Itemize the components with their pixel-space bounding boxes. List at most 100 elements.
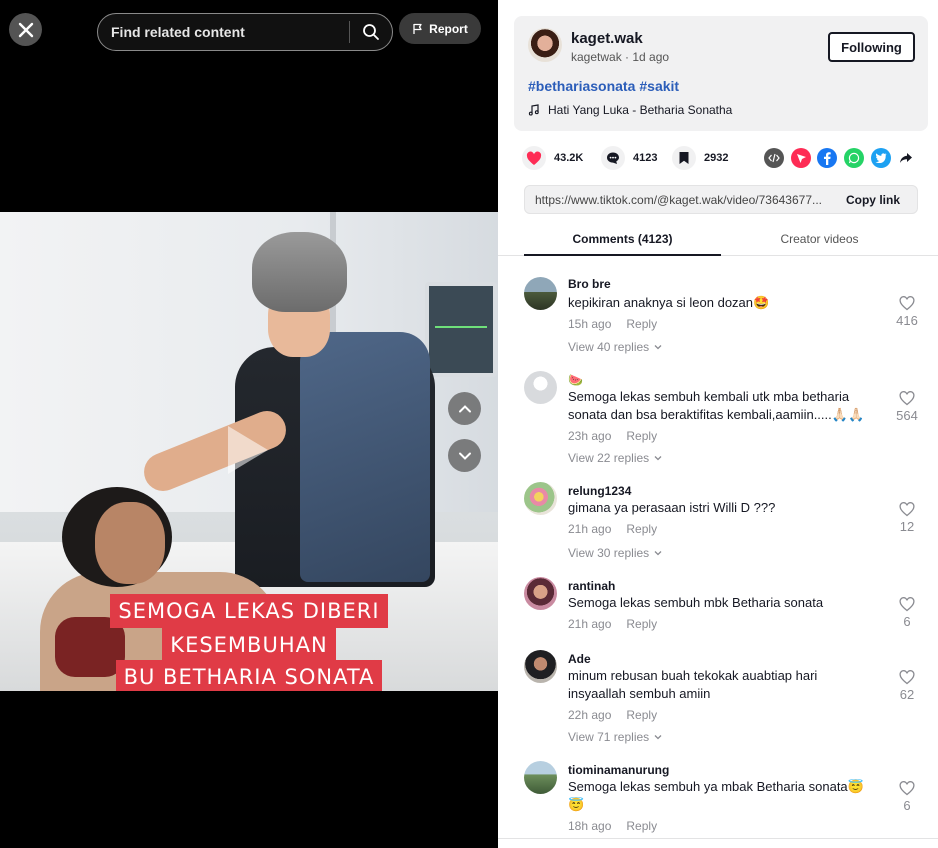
heart-outline-icon[interactable] [899,502,915,517]
post-time: 1d ago [632,50,670,64]
comment-time: 15h ago [568,317,612,331]
video-caption-line-1: SEMOGA LEKAS DIBERI [0,594,498,628]
commenter-name[interactable]: rantinah [568,579,615,593]
video-url[interactable]: https://www.tiktok.com/@kaget.wak/video/… [525,193,829,207]
heart-outline-icon[interactable] [899,670,915,685]
report-label: Report [429,21,468,36]
view-replies-button[interactable]: View 71 replies [568,730,663,744]
view-replies-button[interactable]: View 22 replies [568,451,663,465]
bookmark-button[interactable] [672,146,696,170]
comment-button[interactable] [601,146,625,170]
heart-outline-icon[interactable] [899,391,915,406]
reply-button[interactable]: Reply [626,429,657,443]
video-caption-line-2: KESEMBUHAN [0,628,498,662]
view-replies-button[interactable]: View 40 replies [568,340,663,354]
reply-button[interactable]: Reply [626,522,657,536]
view-replies-label: View 22 replies [568,451,650,465]
commenter-avatar[interactable] [524,577,557,610]
play-icon[interactable] [228,426,268,474]
hashtag-link[interactable]: #bethariasonata [528,78,635,94]
author-name[interactable]: kaget.wak [571,30,643,47]
whatsapp-share-button[interactable] [844,148,864,168]
commenter-avatar[interactable] [524,371,557,404]
reply-button[interactable]: Reply [626,617,657,631]
comment-action: 4123 [601,145,657,171]
heart-outline-icon[interactable] [899,597,915,612]
comment-like-count: 12 [899,519,915,534]
twitter-share-button[interactable] [871,148,891,168]
comment-text: Semoga lekas sembuh mbk Betharia sonata [568,595,824,610]
comment-input-divider [498,838,938,839]
search-input[interactable] [98,14,349,50]
tab-comments[interactable]: Comments (4123) [524,228,721,256]
comment-like: 6 [892,781,922,813]
video-player[interactable]: SEMOGA LEKAS DIBERI KESEMBUHAN BU BETHAR… [0,212,498,691]
commenter-name[interactable]: 🍉 [568,373,583,387]
tab-creator-videos[interactable]: Creator videos [721,228,918,256]
action-bar: 43.2K 4123 2932 [522,145,922,171]
commenter-name[interactable]: relung1234 [568,484,631,498]
view-replies-label: View 30 replies [568,546,650,560]
comment-like-count: 6 [903,798,911,813]
chevron-down-icon [654,551,662,556]
reply-button[interactable]: Reply [626,317,657,331]
following-button[interactable]: Following [828,32,915,62]
heart-outline-icon[interactable] [899,296,915,311]
heart-outline-icon[interactable] [899,781,915,796]
comment-like-count: 564 [896,408,918,423]
commenter-avatar[interactable] [524,650,557,683]
video-man-hair [252,232,347,312]
comment-count: 4123 [633,152,658,164]
details-pane: kaget.wak kagetwak · 1d ago Following #b… [498,0,938,848]
search-box [97,13,393,51]
search-icon [363,24,379,40]
comment-meta: 15h ago Reply [568,317,657,331]
hashtags: #bethariasonata #sakit [528,78,683,94]
commenter-avatar[interactable] [524,482,557,515]
comment-time: 23h ago [568,429,612,443]
comment-time: 18h ago [568,819,612,833]
tab-bar: Comments (4123) Creator videos [498,228,938,256]
send-button[interactable] [791,148,811,168]
comment-like-count: 62 [899,687,915,702]
whatsapp-icon [848,152,860,164]
report-button[interactable]: Report [399,13,481,44]
author-subline: kagetwak · 1d ago [571,50,669,64]
like-action: 43.2K [522,145,583,171]
bookmark-icon [679,152,689,164]
comment-time: 22h ago [568,708,612,722]
view-replies-button[interactable]: View 30 replies [568,546,663,560]
hashtag-link[interactable]: #sakit [639,78,679,94]
commenter-name[interactable]: tiominamanurung [568,763,669,777]
next-video-button[interactable] [448,439,481,472]
reply-button[interactable]: Reply [626,708,657,722]
commenter-avatar[interactable] [524,761,557,794]
share-more-button[interactable] [896,148,916,168]
view-replies-label: View 71 replies [568,730,650,744]
dot-separator: · [621,50,633,64]
music-title: Hati Yang Luka - Betharia Sonatha [548,103,733,117]
commenter-name[interactable]: Ade [568,652,591,666]
comment-text: Semoga lekas sembuh kembali utk mba beth… [568,389,865,422]
search-button[interactable] [350,14,392,50]
video-pane: Report SEMOGA LEKAS DIBERI KESEMBUHAN BU… [0,0,498,848]
reply-button[interactable]: Reply [626,819,657,833]
comment-meta: 21h ago Reply [568,522,657,536]
close-button[interactable] [9,13,42,46]
comment-like-count: 6 [903,614,911,629]
comment-item: tiominamanurung Semoga lekas sembuh ya m… [524,761,924,837]
author-avatar[interactable] [528,28,562,62]
previous-video-button[interactable] [448,392,481,425]
comment-bubble-icon [607,152,619,164]
copy-link-button[interactable]: Copy link [829,193,917,207]
commenter-avatar[interactable] [524,277,557,310]
music-link[interactable]: Hati Yang Luka - Betharia Sonatha [528,103,732,117]
facebook-share-button[interactable] [817,148,837,168]
video-woman-face [95,502,165,584]
like-button[interactable] [522,146,546,170]
video-link-row: https://www.tiktok.com/@kaget.wak/video/… [524,185,918,214]
chevron-up-icon [458,404,471,412]
commenter-name[interactable]: Bro bre [568,277,611,291]
embed-button[interactable] [764,148,784,168]
video-caption-line-3: BU BETHARIA SONATA [0,660,498,691]
